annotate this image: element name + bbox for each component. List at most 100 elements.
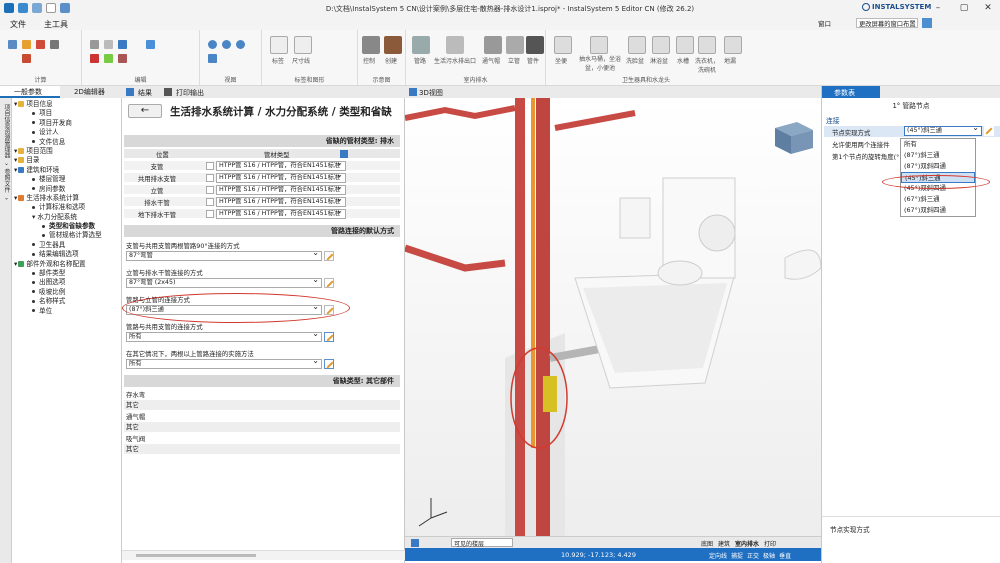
pipe-type-select[interactable]: HTPP管 S16 / HTPP管，符合EN1451标准 [216,209,346,219]
select-pipe-branch[interactable]: 所有 [126,332,322,342]
part-value[interactable]: 其它 [124,422,400,432]
bottom-tab[interactable]: 室内排水 [735,541,759,548]
pipe-type-select[interactable]: HTPP管 S16 / HTPP管，符合EN1451标准 [216,197,346,207]
node-impl-select[interactable]: (45°)斜三通 [904,126,982,136]
minimize-button[interactable]: – [926,2,950,14]
edit-grid-icon[interactable] [324,332,334,342]
washer-icon[interactable] [698,36,716,54]
tree-item[interactable]: 房间参数 [14,185,122,194]
status-toggle[interactable]: 垂直 [779,553,791,560]
shower-icon[interactable] [652,36,670,54]
tree-item[interactable]: ▾ 水力分配系统 [14,213,122,222]
tree-item[interactable]: ▾ 目录 [14,156,122,165]
edit-grid-icon[interactable] [324,359,334,369]
status-toggle[interactable]: 正交 [747,553,759,560]
calc-report-icon[interactable] [22,54,31,63]
new-icon[interactable] [46,3,56,13]
expand-chevron-icon[interactable]: ▾ [14,166,17,174]
expand-chevron-icon[interactable]: ▾ [14,100,17,108]
fitting-icon[interactable] [526,36,544,54]
pipe-picker-icon[interactable] [206,186,214,194]
tree-item[interactable]: 单位 [14,307,122,316]
open-icon[interactable] [32,3,42,13]
tree-item[interactable]: 计算标准和选项 [14,203,122,212]
left-vertical-strip[interactable]: 项目信息资源管理器 ⌄ 参照文件 ⌄ [0,98,12,563]
tree-item[interactable]: 名称样式 [14,297,122,306]
sink-icon[interactable] [676,36,694,54]
horizontal-scrollbar[interactable] [122,550,405,560]
edit-pencil-icon[interactable] [324,251,334,261]
status-toggle[interactable]: 极轴 [763,553,775,560]
dropdown-option[interactable]: (67°)双斜四通 [901,205,975,216]
select-other-cases[interactable]: 所有 [126,359,322,369]
maximize-button[interactable]: ▢ [952,2,976,14]
tree-item[interactable]: 项目开发商 [14,119,122,128]
riser-icon[interactable] [506,36,524,54]
bottom-tab[interactable]: 建筑 [718,541,730,548]
expand-chevron-icon[interactable]: ▾ [14,147,17,155]
expand-chevron-icon[interactable]: ▾ [14,194,17,202]
calc-check-icon[interactable] [36,40,45,49]
move-icon[interactable] [118,40,127,49]
props-group-connection[interactable]: 连接 [826,115,840,125]
pipe-type-select[interactable]: HTPP管 S16 / HTPP管，符合EN1451标准 [216,161,346,171]
3d-viewport[interactable]: 3D视图 可见的楼层 底图 建筑 室内排水打印 10.929; -17.123;… [405,86,821,563]
copy-icon[interactable] [90,40,99,49]
tree-item[interactable]: 出图选项 [14,278,122,287]
tab-params[interactable]: 参数表 [822,86,880,98]
pipe-type-select[interactable]: HTPP管 S16 / HTPP管，符合EN1451标准 [216,185,346,195]
drain-outlet-icon[interactable] [446,36,464,54]
dropdown-option[interactable]: (67°)斜三通 [901,194,975,205]
layer-dropdown[interactable]: 可见的楼层 [451,538,513,548]
dropdown-option[interactable]: 所有 [901,139,975,150]
edit-pencil-icon[interactable] [984,126,994,136]
tree-item[interactable]: 卫生器具 [14,241,122,250]
bidet-icon[interactable] [590,36,608,54]
delete-icon[interactable] [90,54,99,63]
calc-run-icon[interactable] [22,40,31,49]
tree-item[interactable]: 楼层管理 [14,175,122,184]
tree-item[interactable]: ▾ 项目信息 [14,100,122,109]
cut-icon[interactable] [118,54,127,63]
part-value[interactable]: 其它 [124,400,400,410]
status-toggle[interactable]: 定向线 [709,553,727,560]
tab-3d-view[interactable]: 3D视图 [419,88,443,98]
tree-item[interactable]: ▾ 项目范围 [14,147,122,156]
pipe-type-select[interactable]: HTPP管 S16 / HTPP管，符合EN1451标准 [216,173,346,183]
bottom-tab[interactable]: 底图 [701,541,713,548]
view-icon[interactable] [411,539,419,547]
vent-icon[interactable] [484,36,502,54]
part-value[interactable]: 其它 [124,444,400,454]
control-icon[interactable] [362,36,380,54]
expand-chevron-icon[interactable]: ▾ [14,260,17,268]
edit-pencil-icon[interactable] [324,278,334,288]
layout-dropdown[interactable]: 更改屏幕的窗口布置 [856,18,918,28]
dimension-icon[interactable] [294,36,312,54]
tree-item[interactable]: 吸坡比例 [14,288,122,297]
scrollbar-thumb[interactable] [136,554,256,557]
calc-icon[interactable] [8,40,17,49]
pipe-picker-icon[interactable] [206,162,214,170]
tree-item[interactable]: 部件类型 [14,269,122,278]
pipe-icon[interactable] [412,36,430,54]
back-button[interactable]: ← [128,104,162,118]
tree-item[interactable]: ▾ 建筑和环境 [14,166,122,175]
select-branch-90[interactable]: 87°弯管 [126,251,322,261]
tree-item[interactable]: 设计人 [14,128,122,137]
annotation-icon[interactable] [270,36,288,54]
pan-icon[interactable] [208,54,217,63]
zoom-fit-icon[interactable] [236,40,245,49]
tab-2d-editor[interactable]: 2D编辑器 [60,86,122,98]
tree-item[interactable]: 结果编辑选项 [14,250,122,259]
tree-item[interactable]: 文件信息 [14,138,122,147]
scene-canvas[interactable] [405,98,821,538]
pipe-picker-icon[interactable] [206,174,214,182]
paste-icon[interactable] [104,40,113,49]
zoom-out-icon[interactable] [222,40,231,49]
tree-item[interactable]: ▾ 生活排水系统计算 [14,194,122,203]
grid-icon[interactable] [340,150,348,158]
create-icon[interactable] [384,36,402,54]
dropdown-option[interactable]: (87°)双斜四通 [901,161,975,172]
tree-item[interactable]: 项目 [14,109,122,118]
tab-print[interactable]: 打印输出 [176,88,204,98]
